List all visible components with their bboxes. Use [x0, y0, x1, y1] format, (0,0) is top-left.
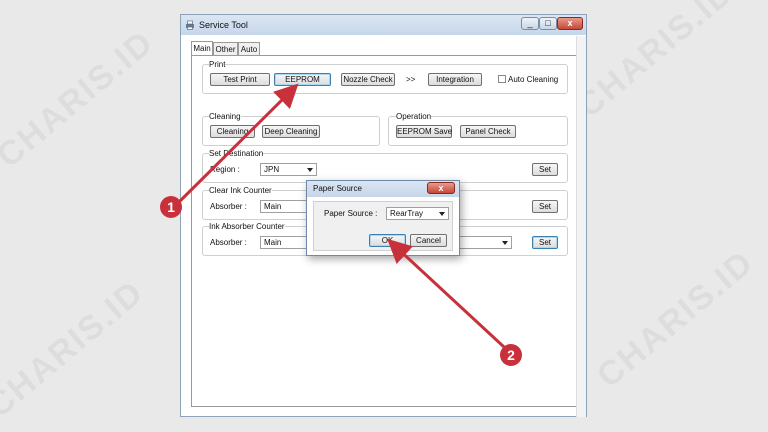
- arrow-line-2: [387, 238, 506, 349]
- arrow-line-1: [176, 83, 299, 205]
- annotation-marker-2: 2: [500, 344, 522, 366]
- annotation-marker-1: 1: [160, 196, 182, 218]
- annotation-arrows: [176, 83, 506, 349]
